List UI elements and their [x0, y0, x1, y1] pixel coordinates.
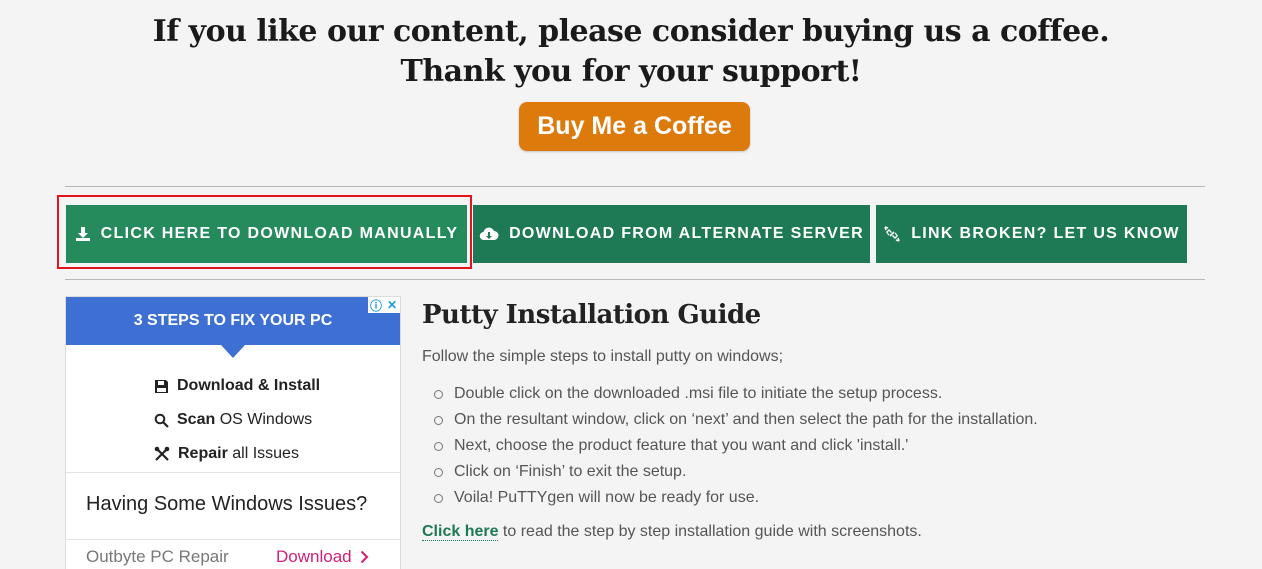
- ad-title: Having Some Windows Issues?: [86, 493, 368, 515]
- support-section: If you like our content, please consider…: [0, 12, 1262, 92]
- ad-arrow: [221, 345, 245, 358]
- ad-download-label: Download: [276, 547, 352, 566]
- support-line-2: Thank you for your support!: [400, 54, 862, 89]
- buy-coffee-button[interactable]: Buy Me a Coffee: [519, 102, 750, 151]
- link-broken-label: LINK BROKEN? LET US KNOW: [911, 225, 1180, 242]
- guide-step: Double click on the downloaded .msi file…: [434, 381, 1222, 407]
- guide-step: Voila! PuTTYgen will now be ready for us…: [434, 485, 1222, 511]
- ad-heading: 3 STEPS TO FIX YOUR PC: [66, 297, 400, 345]
- magnifier-icon: [154, 413, 169, 428]
- link-broken-button[interactable]: LINK BROKEN? LET US KNOW: [876, 205, 1187, 263]
- ad-step: Download & Install: [154, 369, 320, 403]
- guide-footer: Click here to read the step by step inst…: [422, 523, 1222, 541]
- guide-title: Putty Installation Guide: [422, 300, 761, 330]
- guide-footer-text: to read the step by step installation gu…: [498, 523, 922, 540]
- alternate-server-button[interactable]: DOWNLOAD FROM ALTERNATE SERVER: [473, 205, 870, 263]
- ad-close-icon[interactable]: ✕: [384, 297, 400, 313]
- guide-step: Click on ‘Finish’ to exit the setup.: [434, 459, 1222, 485]
- tools-icon: [154, 446, 170, 461]
- ad-step-bold: Scan: [177, 411, 216, 428]
- divider: [65, 279, 1205, 280]
- download-manually-button[interactable]: CLICK HERE TO DOWNLOAD MANUALLY: [66, 205, 467, 263]
- ad-divider: [66, 472, 400, 473]
- support-line-1: If you like our content, please consider…: [152, 14, 1110, 49]
- alternate-server-label: DOWNLOAD FROM ALTERNATE SERVER: [509, 225, 864, 242]
- broken-link-icon: [884, 226, 900, 242]
- ad-choices[interactable]: ⓘ ✕: [368, 297, 400, 313]
- guide-intro: Follow the simple steps to install putty…: [422, 348, 784, 365]
- ad-divider: [66, 539, 400, 540]
- guide-steps: Double click on the downloaded .msi file…: [422, 381, 1222, 511]
- ad-brand: Outbyte PC Repair: [86, 547, 229, 566]
- ad-step: Scan OS Windows: [154, 403, 320, 437]
- ad-steps: Download & Install Scan OS Windows Repai…: [154, 369, 320, 471]
- advertisement[interactable]: 3 STEPS TO FIX YOUR PC ⓘ ✕ Download & In…: [65, 296, 401, 569]
- ad-step-bold: Repair: [178, 445, 228, 462]
- cloud-download-icon: [479, 227, 499, 241]
- ad-step-text: all Issues: [227, 445, 299, 462]
- ad-step-bold: Download & Install: [177, 377, 321, 394]
- ad-download-link[interactable]: Download: [276, 547, 369, 567]
- chevron-right-icon: [360, 550, 369, 564]
- ad-info-icon[interactable]: ⓘ: [368, 297, 384, 313]
- download-manually-label: CLICK HERE TO DOWNLOAD MANUALLY: [100, 225, 459, 242]
- floppy-icon: [155, 379, 168, 393]
- ad-step: Repair all Issues: [154, 437, 320, 471]
- installation-guide: Putty Installation Guide Follow the simp…: [422, 298, 1222, 541]
- guide-step: Next, choose the product feature that yo…: [434, 433, 1222, 459]
- guide-click-here-link[interactable]: Click here: [422, 523, 499, 541]
- download-icon: [75, 227, 90, 241]
- divider: [65, 186, 1205, 187]
- ad-step-text: OS Windows: [215, 411, 313, 428]
- guide-step: On the resultant window, click on ‘next’…: [434, 407, 1222, 433]
